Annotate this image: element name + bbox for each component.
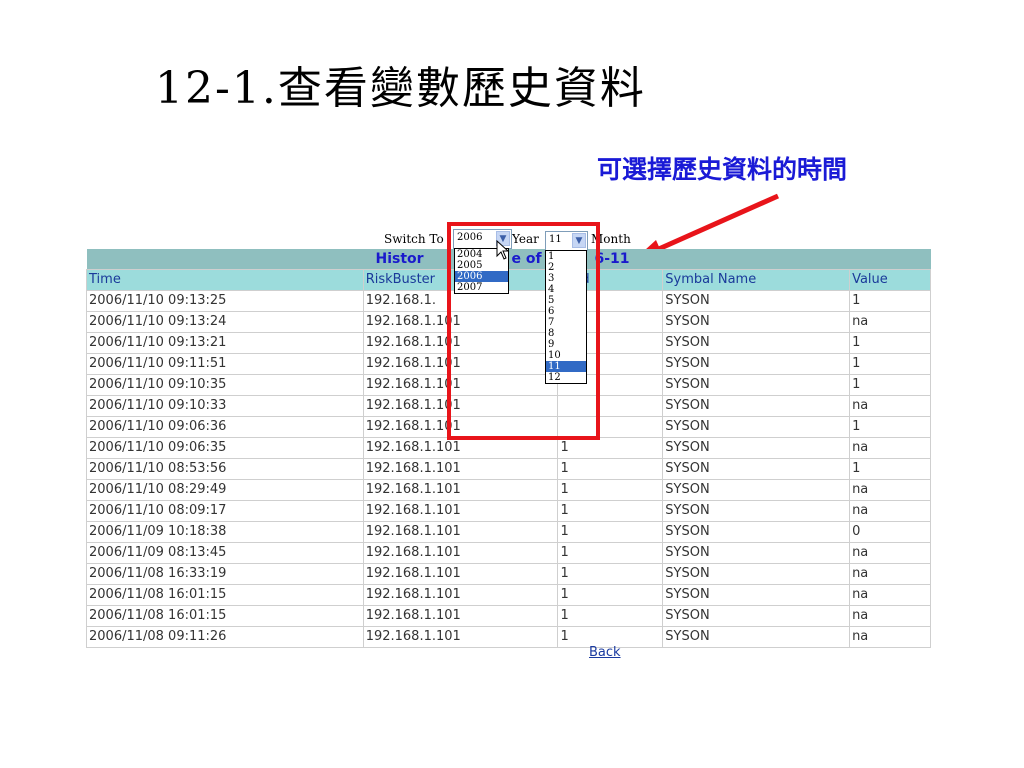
cell-time: 2006/11/08 16:01:15 xyxy=(86,584,364,606)
cell-value: 1 xyxy=(849,353,931,375)
cell-time: 2006/11/10 09:10:33 xyxy=(86,395,364,417)
cell-chid: 1 xyxy=(557,542,664,564)
cell-value: 0 xyxy=(849,521,931,543)
cell-value: na xyxy=(849,542,931,564)
cell-riskbuster: 192.168.1.101 xyxy=(362,542,559,564)
caption-left: Histor xyxy=(375,251,424,267)
cell-value: na xyxy=(849,395,931,417)
cell-chid: 1 xyxy=(557,521,664,543)
cell-symbal-name: SYSON xyxy=(662,626,851,648)
table-row: 2006/11/09 10:18:38 192.168.1.101 1 SYSON 0 xyxy=(86,521,931,543)
cell-time: 2006/11/09 08:13:45 xyxy=(86,542,364,564)
cell-chid: 1 xyxy=(557,437,664,459)
cell-value: 1 xyxy=(849,374,931,396)
table-row: 2006/11/08 16:01:15 192.168.1.101 1 SYSON na xyxy=(86,584,931,606)
cell-symbal-name: SYSON xyxy=(662,437,851,459)
cell-value: 1 xyxy=(849,332,931,354)
cell-symbal-name: SYSON xyxy=(662,542,851,564)
cell-time: 2006/11/10 08:29:49 xyxy=(86,479,364,501)
cell-value: na xyxy=(849,563,931,585)
cell-time: 2006/11/10 09:13:25 xyxy=(86,290,364,312)
cell-value: 1 xyxy=(849,416,931,438)
cell-symbal-name: SYSON xyxy=(662,584,851,606)
cell-chid: 1 xyxy=(557,605,664,627)
annotation-text: 可選擇歷史資料的時間 xyxy=(597,155,848,184)
slide-title: 12-1.查看變數歷史資料 xyxy=(155,63,646,114)
cell-riskbuster: 192.168.1.101 xyxy=(362,458,559,480)
table-row: 2006/11/08 16:33:19 192.168.1.101 1 SYSON na xyxy=(86,563,931,585)
cell-symbal-name: SYSON xyxy=(662,458,851,480)
cell-time: 2006/11/09 10:18:38 xyxy=(86,521,364,543)
cell-value: na xyxy=(849,500,931,522)
cell-time: 2006/11/10 09:06:35 xyxy=(86,437,364,459)
cell-symbal-name: SYSON xyxy=(662,605,851,627)
cell-symbal-name: SYSON xyxy=(662,563,851,585)
cell-symbal-name: SYSON xyxy=(662,500,851,522)
table-row: 2006/11/08 09:11:26 192.168.1.101 1 SYSON na xyxy=(86,626,931,648)
cell-time: 2006/11/08 09:11:26 xyxy=(86,626,364,648)
cell-symbal-name: SYSON xyxy=(662,311,851,333)
cell-value: na xyxy=(849,605,931,627)
cell-time: 2006/11/08 16:01:15 xyxy=(86,605,364,627)
header-time: Time xyxy=(86,269,364,291)
cell-symbal-name: SYSON xyxy=(662,479,851,501)
cell-value: na xyxy=(849,584,931,606)
cell-time: 2006/11/10 09:11:51 xyxy=(86,353,364,375)
switch-to-label: Switch To xyxy=(384,232,444,246)
mouse-cursor-icon xyxy=(496,240,510,260)
back-link[interactable]: Back xyxy=(589,645,621,660)
table-row: 2006/11/10 08:09:17 192.168.1.101 1 SYSON na xyxy=(86,500,931,522)
cell-time: 2006/11/08 16:33:19 xyxy=(86,563,364,585)
cell-riskbuster: 192.168.1.101 xyxy=(362,584,559,606)
cell-chid: 1 xyxy=(557,458,664,480)
cell-value: na xyxy=(849,626,931,648)
table-row: 2006/11/10 08:53:56 192.168.1.101 1 SYSON 1 xyxy=(86,458,931,480)
cell-value: na xyxy=(849,311,931,333)
cell-chid: 1 xyxy=(557,563,664,585)
cell-symbal-name: SYSON xyxy=(662,416,851,438)
cell-symbal-name: SYSON xyxy=(662,332,851,354)
cell-time: 2006/11/10 08:09:17 xyxy=(86,500,364,522)
cell-time: 2006/11/10 08:53:56 xyxy=(86,458,364,480)
cell-chid: 1 xyxy=(557,479,664,501)
table-row: 2006/11/10 09:06:35 192.168.1.101 1 SYSON na xyxy=(86,437,931,459)
cell-time: 2006/11/10 09:13:24 xyxy=(86,311,364,333)
cell-value: na xyxy=(849,479,931,501)
cell-riskbuster: 192.168.1.101 xyxy=(362,563,559,585)
cell-symbal-name: SYSON xyxy=(662,290,851,312)
cell-symbal-name: SYSON xyxy=(662,521,851,543)
cell-symbal-name: SYSON xyxy=(662,374,851,396)
cell-time: 2006/11/10 09:10:35 xyxy=(86,374,364,396)
cell-riskbuster: 192.168.1.101 xyxy=(362,521,559,543)
cell-value: na xyxy=(849,437,931,459)
cell-chid: 1 xyxy=(557,584,664,606)
header-symbal-name: Symbal Name xyxy=(662,269,851,291)
cell-riskbuster: 192.168.1.101 xyxy=(362,626,559,648)
cell-symbal-name: SYSON xyxy=(662,395,851,417)
cell-chid: 1 xyxy=(557,500,664,522)
cell-value: 1 xyxy=(849,290,931,312)
table-row: 2006/11/10 08:29:49 192.168.1.101 1 SYSON na xyxy=(86,479,931,501)
cell-time: 2006/11/10 09:06:36 xyxy=(86,416,364,438)
table-row: 2006/11/09 08:13:45 192.168.1.101 1 SYSON na xyxy=(86,542,931,564)
table-row: 2006/11/08 16:01:15 192.168.1.101 1 SYSON na xyxy=(86,605,931,627)
cell-riskbuster: 192.168.1.101 xyxy=(362,605,559,627)
cell-symbal-name: SYSON xyxy=(662,353,851,375)
cell-value: 1 xyxy=(849,458,931,480)
cell-riskbuster: 192.168.1.101 xyxy=(362,437,559,459)
header-value: Value xyxy=(849,269,931,291)
cell-time: 2006/11/10 09:13:21 xyxy=(86,332,364,354)
highlight-box xyxy=(447,222,600,440)
cell-riskbuster: 192.168.1.101 xyxy=(362,500,559,522)
cell-riskbuster: 192.168.1.101 xyxy=(362,479,559,501)
